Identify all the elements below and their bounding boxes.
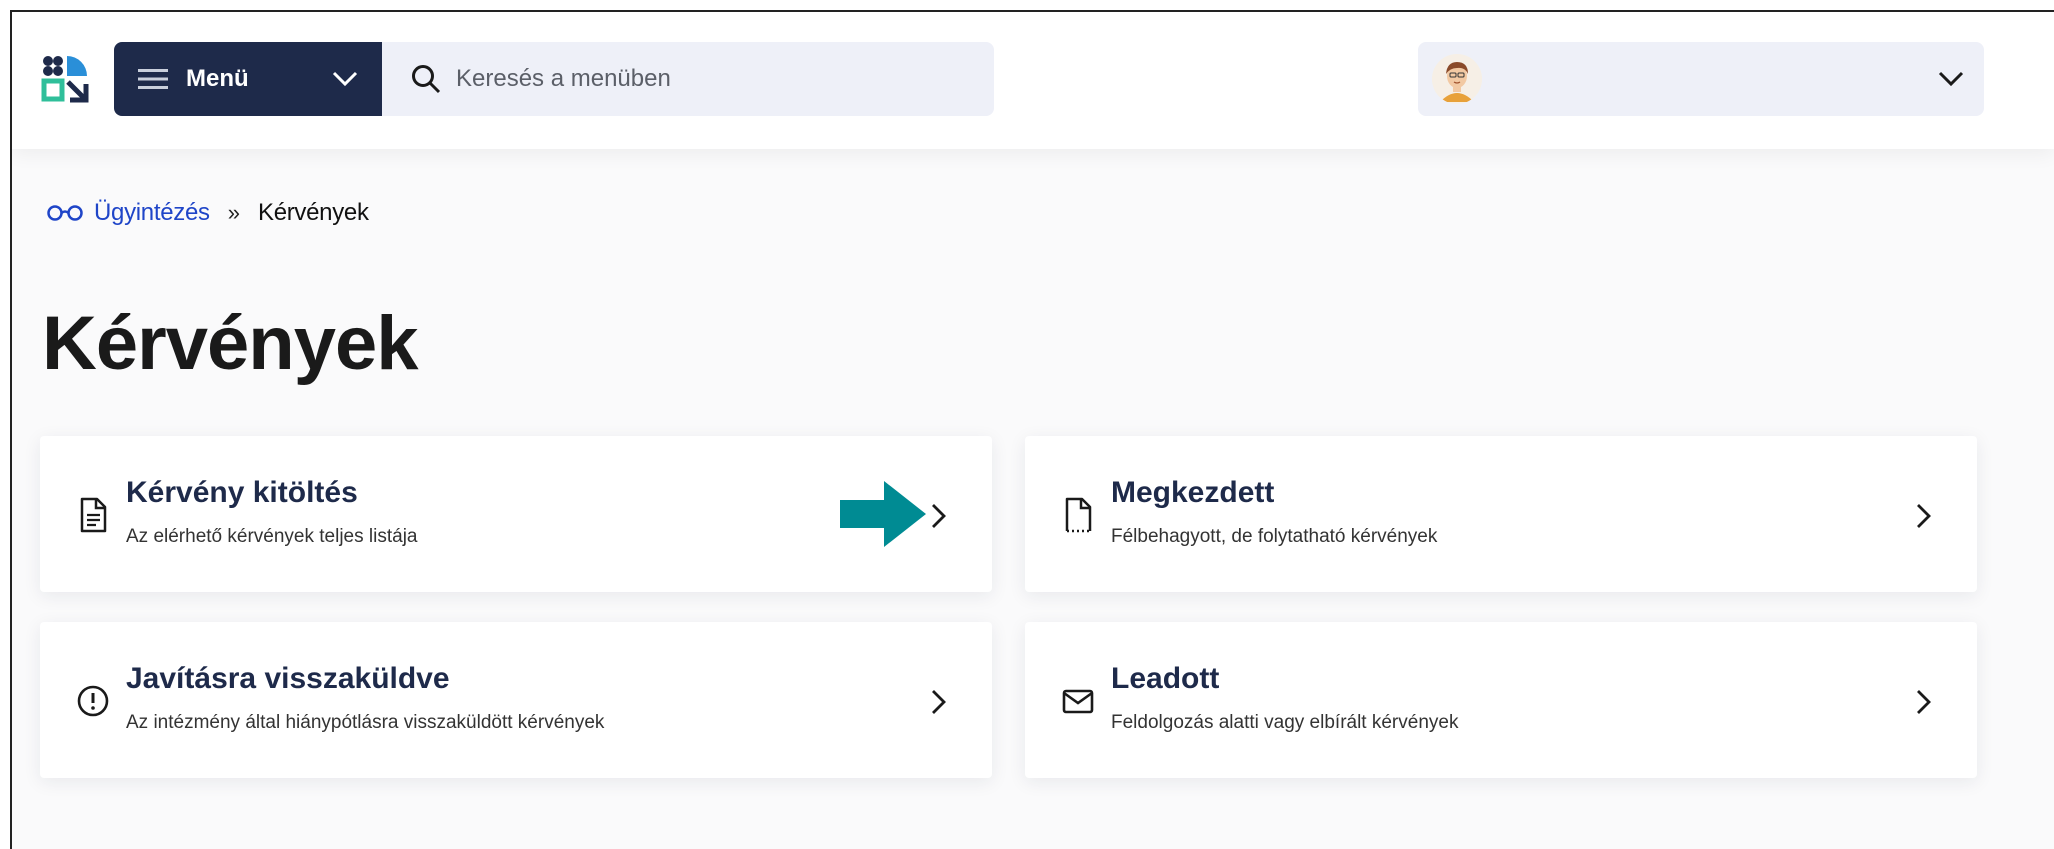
menu-label: Menü <box>186 65 249 92</box>
alert-icon <box>77 685 109 717</box>
document-icon <box>80 497 107 533</box>
card-title: Leadott <box>1111 662 1220 695</box>
card-subtitle: Az intézmény által hiánypótlásra visszak… <box>126 712 605 733</box>
card-subtitle: Félbehagyott, de folytatható kérvények <box>1111 526 1438 547</box>
chevron-right-icon[interactable] <box>930 688 948 716</box>
card-title: Kérvény kitöltés <box>126 476 358 509</box>
chevron-down-icon <box>1938 71 1964 87</box>
card-megkezdett[interactable]: Megkezdett Félbehagyott, de folytatható … <box>1025 436 1977 592</box>
card-leadott[interactable]: Leadott Feldolgozás alatti vagy elbírált… <box>1025 622 1977 778</box>
card-javitasra-visszakuldve[interactable]: Javításra visszaküldve Az intézmény álta… <box>40 622 992 778</box>
glasses-icon <box>47 205 83 221</box>
draft-document-icon <box>1065 497 1092 533</box>
card-subtitle: Feldolgozás alatti vagy elbírált kérvény… <box>1111 712 1459 733</box>
card-subtitle: Az elérhető kérvények teljes listája <box>126 526 418 547</box>
user-menu[interactable] <box>1418 42 1984 116</box>
top-header: Menü <box>12 12 2054 149</box>
chevron-right-icon[interactable] <box>1915 502 1933 530</box>
breadcrumb-current: Kérvények <box>257 199 369 226</box>
chevron-right-icon[interactable] <box>1915 688 1933 716</box>
mail-icon <box>1062 689 1094 714</box>
menu-button[interactable]: Menü <box>114 42 382 116</box>
menu-search <box>382 42 994 116</box>
page-title: Kérvények <box>42 301 418 386</box>
breadcrumb: Ügyintézés » Kérvények <box>46 195 369 231</box>
app-logo-icon[interactable] <box>40 54 90 104</box>
breadcrumb-separator: » <box>227 200 240 225</box>
teal-arrow-icon <box>840 481 926 547</box>
search-icon <box>412 65 441 94</box>
chevron-right-icon[interactable] <box>930 502 948 530</box>
search-input[interactable] <box>456 65 956 93</box>
hamburger-icon <box>138 69 168 89</box>
chevron-down-icon <box>332 71 358 87</box>
breadcrumb-link-ugyintezes[interactable]: Ügyintézés <box>94 199 210 227</box>
card-title: Javításra visszaküldve <box>126 662 450 695</box>
card-kerveny-kitoltes[interactable]: Kérvény kitöltés Az elérhető kérvények t… <box>40 436 992 592</box>
avatar <box>1432 54 1482 104</box>
card-title: Megkezdett <box>1111 476 1275 509</box>
app-frame: Menü Keresés a menüben Ügyintézés » Kérv… <box>10 10 2054 849</box>
